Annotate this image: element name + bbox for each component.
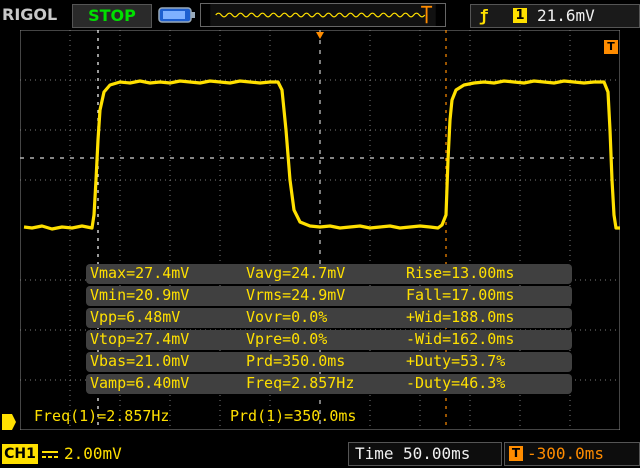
trigger-channel-badge: 1 (513, 8, 527, 23)
trigger-status-panel[interactable]: ƒ 1 21.6mV (470, 4, 640, 28)
trigger-offset-panel[interactable]: T -300.0ms (504, 442, 640, 466)
measurement-cell: Vmax=27.4mV (90, 264, 190, 282)
measurement-row: Vtop=27.4mV Vpre=0.0% -Wid=162.0ms (86, 330, 572, 350)
trigger-offset-value: -300.0ms (527, 444, 605, 463)
measurement-cell: +Duty=53.7% (406, 352, 506, 370)
dc-coupling-icon (42, 451, 58, 458)
timebase-label: Time (355, 444, 394, 463)
measurement-row: Vbas=21.0mV Prd=350.0ms +Duty=53.7% (86, 352, 572, 372)
brand-label: RIGOL (2, 5, 58, 24)
measurement-cell: Fall=17.00ms (406, 286, 515, 304)
rising-edge-icon: ƒ (479, 6, 489, 25)
measurement-cell: Vavg=24.7mV (246, 264, 346, 282)
measurement-cell: Vamp=6.40mV (90, 374, 190, 392)
measurement-cell: -Wid=162.0ms (406, 330, 515, 348)
ch1-ground-marker-icon[interactable] (2, 414, 16, 430)
measurement-row: Vmin=20.9mV Vrms=24.9mV Fall=17.00ms (86, 286, 572, 306)
trigger-offset-icon: T (509, 446, 523, 461)
measurement-cell: Vmin=20.9mV (90, 286, 190, 304)
measurement-cell: Vovr=0.0% (246, 308, 328, 326)
waveform-memory-strip[interactable] (200, 3, 446, 27)
measurement-cell: Vtop=27.4mV (90, 330, 190, 348)
timebase-panel[interactable]: Time 50.00ms (348, 442, 502, 466)
timebase-value: 50.00ms (403, 444, 471, 463)
measurement-cell: Vpre=0.0% (246, 330, 328, 348)
volts-per-div[interactable]: 2.00mV (64, 444, 122, 464)
measurement-cell: Prd=350.0ms (246, 352, 346, 370)
measurement-cell: +Wid=188.0ms (406, 308, 515, 326)
measurement-row: Vpp=6.48mV Vovr=0.0% +Wid=188.0ms (86, 308, 572, 328)
trigger-level: 21.6mV (537, 6, 595, 25)
measurement-cell: Freq=2.857Hz (246, 374, 355, 392)
trigger-level-marker[interactable]: T (604, 40, 618, 54)
freq-readout: Freq(1)=2.857Hz (34, 407, 170, 425)
memory-depth-icon (158, 7, 195, 23)
measurement-cell: Vpp=6.48mV (90, 308, 181, 326)
run-stop-button[interactable]: STOP (72, 4, 152, 28)
period-readout: Prd(1)=350.0ms (230, 407, 357, 425)
measurement-row: Vmax=27.4mV Vavg=24.7mV Rise=13.00ms (86, 264, 572, 284)
measurement-cell: Vrms=24.9mV (246, 286, 346, 304)
measurement-row: Vamp=6.40mV Freq=2.857Hz -Duty=46.3% (86, 374, 572, 394)
channel-badge[interactable]: CH1 (2, 444, 38, 464)
measurement-cell: Vbas=21.0mV (90, 352, 190, 370)
measurement-cell: Rise=13.00ms (406, 264, 515, 282)
measurement-cell: -Duty=46.3% (406, 374, 506, 392)
